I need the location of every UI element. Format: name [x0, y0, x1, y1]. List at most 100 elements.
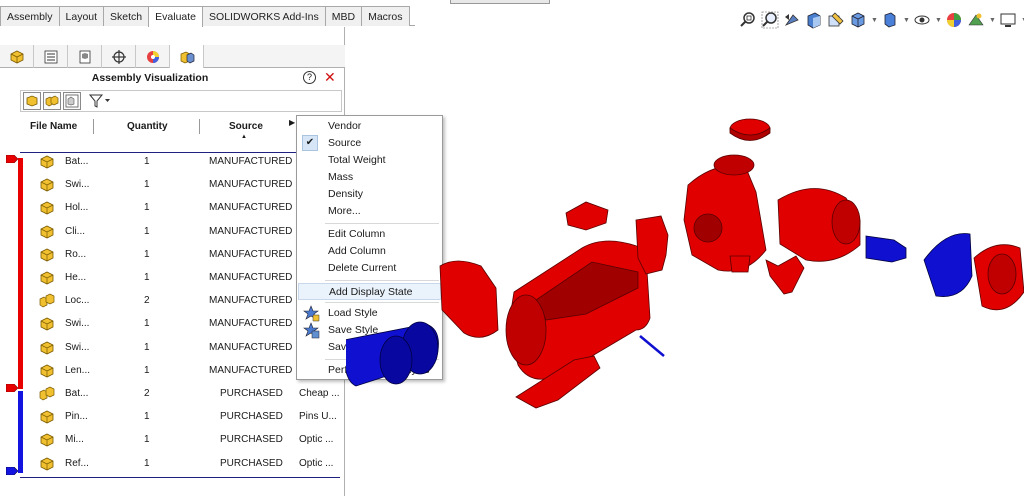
row-source: MANUFACTURED	[209, 156, 293, 167]
table-row[interactable]: Loc... 2 MANUFACTURED	[0, 289, 345, 312]
column-header-file-name[interactable]: File Name	[30, 121, 77, 132]
part-icon	[40, 433, 54, 447]
row-file-name: Swi...	[65, 179, 90, 191]
tab-property-manager[interactable]	[34, 45, 68, 68]
view-orientation-icon[interactable]	[849, 11, 867, 29]
tab-solidworks-add-ins[interactable]: SOLIDWORKS Add-Ins	[202, 6, 326, 26]
manager-tabs	[0, 45, 345, 68]
table-row[interactable]: Bat... 1 MANUFACTURED	[0, 150, 345, 173]
part-icon	[40, 317, 54, 331]
graphics-area[interactable]	[346, 30, 1024, 496]
section-view-icon[interactable]	[805, 11, 823, 29]
tab-mbd[interactable]: MBD	[324, 6, 363, 26]
tab-dimxpert-manager[interactable]	[102, 45, 136, 68]
pin-part[interactable]	[639, 335, 665, 357]
row-source: MANUFACTURED	[209, 318, 293, 330]
table-row[interactable]: Swi... 1 MANUFACTURED	[0, 336, 345, 359]
exploded-flashlight-model	[346, 118, 1024, 409]
previous-view-icon[interactable]	[783, 11, 801, 29]
battery-housing-end	[505, 294, 547, 366]
table-row[interactable]: Bat... 2 PURCHASED Cheap ...	[0, 382, 345, 405]
dynamic-annotation-icon[interactable]	[827, 11, 845, 29]
edit-appearance-icon[interactable]	[945, 11, 963, 29]
tab-assembly-visualization[interactable]	[170, 45, 204, 68]
table-row[interactable]: He... 1 MANUFACTURED	[0, 266, 345, 289]
display-style-dropdown-icon[interactable]: ▼	[903, 17, 910, 24]
row-file-name: Bat...	[65, 388, 89, 399]
load-style-icon	[303, 305, 320, 322]
head-housing-top-ring	[713, 154, 755, 176]
configuration-manager-icon	[79, 50, 90, 63]
hide-show-icon[interactable]	[913, 11, 931, 29]
flat-nested-view-button[interactable]	[23, 92, 41, 110]
clip-part[interactable]	[765, 255, 805, 295]
tab-layout[interactable]: Layout	[58, 6, 105, 26]
parts-only-icon	[26, 95, 38, 107]
part-icon	[40, 457, 54, 471]
table-row[interactable]: Pin... 1 PURCHASED Pins U...	[0, 405, 345, 428]
tab-configuration-manager[interactable]	[68, 45, 102, 68]
view-orientation-dropdown-icon[interactable]: ▼	[871, 17, 878, 24]
view-settings-icon[interactable]	[999, 11, 1017, 29]
row-file-name: Ref...	[65, 457, 89, 469]
multi-instance-part-icon	[39, 386, 55, 401]
tab-macros[interactable]: Macros	[361, 6, 410, 26]
tab-evaluate[interactable]: Evaluate	[148, 6, 204, 27]
row-vendor: Cheap ...	[299, 388, 340, 399]
row-quantity: 1	[144, 179, 150, 191]
part-icon	[40, 248, 54, 262]
end-plate-part[interactable]	[439, 260, 499, 338]
close-button[interactable]: ✕	[324, 69, 336, 86]
row-file-name: Loc...	[65, 295, 90, 307]
lens-barrel-front	[831, 199, 861, 245]
switch-tab-part[interactable]	[565, 201, 609, 231]
command-manager-tabs: Assembly Layout Sketch Evaluate SOLIDWOR…	[0, 6, 415, 27]
bulb-part[interactable]	[865, 235, 907, 263]
row-quantity: 1	[144, 248, 150, 260]
table-row[interactable]: Len... 1 MANUFACTURED	[0, 359, 345, 382]
row-quantity: 1	[144, 457, 150, 469]
row-quantity: 2	[144, 295, 150, 307]
table-row[interactable]: Ref... 1 PURCHASED Optic ...	[0, 452, 345, 475]
column-divider[interactable]	[93, 119, 94, 134]
table-row[interactable]: Swi... 1 MANUFACTURED	[0, 312, 345, 335]
head-housing-hole	[693, 213, 723, 243]
display-style-icon[interactable]	[881, 11, 899, 29]
apply-scene-icon[interactable]	[967, 11, 985, 29]
row-source: MANUFACTURED	[209, 364, 293, 376]
table-row[interactable]: Ro... 1 MANUFACTURED	[0, 243, 345, 266]
part-icon	[40, 364, 54, 378]
row-quantity: 1	[144, 318, 150, 330]
standoff-part[interactable]	[729, 255, 751, 273]
tab-feature-manager[interactable]	[0, 45, 34, 68]
tab-display-manager[interactable]	[136, 45, 170, 68]
tab-assembly[interactable]: Assembly	[0, 6, 60, 26]
column-divider[interactable]	[199, 119, 200, 134]
zoom-area-icon[interactable]	[761, 11, 779, 29]
column-menu-arrow-icon[interactable]: ▶	[289, 118, 295, 127]
table-header: File Name Quantity Source ▲ ▶	[0, 115, 345, 140]
column-header-quantity[interactable]: Quantity	[127, 121, 168, 132]
table-row[interactable]: Hol... 1 MANUFACTURED	[0, 196, 345, 219]
table-row[interactable]: Mi... 1 PURCHASED Optic ...	[0, 428, 345, 451]
filter-icon	[89, 94, 110, 108]
filter-button[interactable]	[89, 94, 111, 108]
help-button[interactable]: ?	[303, 71, 316, 84]
show-parts-button[interactable]	[63, 92, 81, 110]
apply-scene-dropdown-icon[interactable]: ▼	[989, 17, 996, 24]
heads-up-view-toolbar: ▼ ▼ ▼ ▼ ▼	[739, 10, 1024, 30]
row-source: PURCHASED	[220, 388, 283, 399]
reflector-part[interactable]	[923, 233, 973, 297]
table-row[interactable]: Cli... 1 MANUFACTURED	[0, 220, 345, 243]
hide-show-dropdown-icon[interactable]: ▼	[935, 17, 942, 24]
zoom-to-fit-icon[interactable]	[739, 11, 757, 29]
battery-end	[379, 335, 413, 385]
table-row[interactable]: Swi... 1 MANUFACTURED	[0, 173, 345, 196]
nested-view-button[interactable]	[43, 92, 61, 110]
column-header-source[interactable]: Source	[229, 121, 263, 132]
row-vendor: Pins U...	[299, 411, 337, 423]
tab-sketch[interactable]: Sketch	[103, 6, 150, 26]
row-file-name: Hol...	[65, 202, 89, 214]
dimxpert-manager-icon	[111, 49, 126, 64]
head-housing-part[interactable]	[683, 165, 767, 272]
